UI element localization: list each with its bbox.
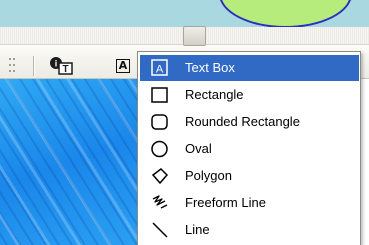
line-icon xyxy=(152,222,168,238)
menu-item-label: Line xyxy=(185,222,210,237)
menu-item-rectangle[interactable]: Rectangle xyxy=(140,82,359,108)
toolbar-separator-highlight xyxy=(34,56,35,76)
menu-item-text-box[interactable]: A Text Box xyxy=(140,55,359,81)
menu-item-label: Freeform Line xyxy=(185,195,266,210)
svg-text:A: A xyxy=(156,64,164,76)
menu-item-polygon[interactable]: Polygon xyxy=(140,163,359,189)
menu-item-label: Rounded Rectangle xyxy=(185,114,300,129)
svg-text:T: T xyxy=(62,64,68,75)
drag-handle[interactable] xyxy=(183,26,206,46)
svg-text:i: i xyxy=(55,59,58,69)
draw-tool-button[interactable]: A xyxy=(112,56,134,76)
canvas-top-area xyxy=(0,0,369,27)
menu-item-freeform-line[interactable]: Freeform Line xyxy=(140,190,359,216)
oval-icon xyxy=(151,140,168,158)
rectangle-icon xyxy=(151,87,168,103)
menu-item-rounded-rectangle[interactable]: Rounded Rectangle xyxy=(140,109,359,135)
polygon-icon xyxy=(151,168,169,185)
menu-item-label: Text Box xyxy=(185,60,235,75)
textbox-tool-button[interactable]: i T xyxy=(49,54,75,78)
menu-item-line[interactable]: Line xyxy=(140,217,359,243)
rounded-rectangle-icon xyxy=(151,114,168,130)
menu-item-label: Polygon xyxy=(185,168,232,183)
toolbar-grip-icon[interactable] xyxy=(9,56,19,76)
green-oval-shape[interactable] xyxy=(219,0,352,27)
shapes-dropdown-menu: A Text Box Rectangle Rounded Rectangle O… xyxy=(137,51,361,245)
menu-item-label: Rectangle xyxy=(185,87,244,102)
text-box-icon: A xyxy=(151,59,168,76)
draw-text-icon: A xyxy=(116,59,130,73)
menu-item-label: Oval xyxy=(185,141,212,156)
freeform-line-icon xyxy=(152,195,168,209)
document-canvas[interactable] xyxy=(0,79,140,245)
menu-item-oval[interactable]: Oval xyxy=(140,136,359,162)
textbox-insert-icon: i T xyxy=(50,57,73,75)
